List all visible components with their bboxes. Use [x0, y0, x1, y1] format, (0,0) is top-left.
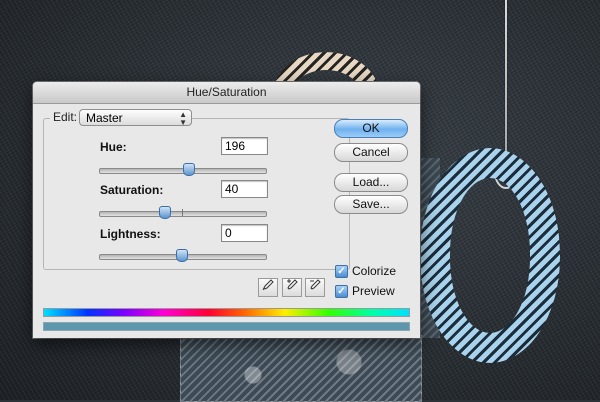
colorize-checkbox[interactable]: ✓ Colorize — [335, 264, 396, 278]
preview-label: Preview — [352, 284, 395, 298]
cancel-button[interactable]: Cancel — [334, 143, 408, 162]
eyedropper-minus-icon[interactable] — [305, 278, 325, 297]
edit-dropdown-value: Master — [86, 111, 123, 125]
saturation-slider-thumb[interactable] — [159, 206, 172, 219]
hue-saturation-dialog: Hue/Saturation Edit: Master ▲ ▼ Hue: 196 … — [33, 82, 420, 338]
edit-dropdown[interactable]: Master ▲ ▼ — [79, 109, 192, 127]
load-button[interactable]: Load... — [334, 173, 408, 192]
ok-button[interactable]: OK — [334, 119, 408, 138]
saturation-input[interactable]: 40 — [221, 180, 268, 198]
updown-arrows-icon: ▲ ▼ — [179, 110, 187, 127]
eyedropper-icon[interactable] — [258, 278, 278, 297]
eyedropper-plus-icon[interactable] — [282, 278, 302, 297]
hue-input[interactable]: 196 — [221, 137, 268, 155]
adjustment-group — [43, 118, 350, 270]
hue-slider-thumb[interactable] — [182, 163, 195, 176]
checkmark-icon: ✓ — [335, 284, 348, 298]
hue-label: Hue: — [100, 140, 127, 154]
dialog-title[interactable]: Hue/Saturation — [33, 82, 420, 104]
saturation-center-tick — [182, 209, 183, 216]
canvas-letter-o — [420, 148, 560, 363]
saturation-label: Saturation: — [100, 183, 164, 197]
colorize-result-bar — [43, 322, 410, 331]
canvas-floral-letter — [180, 335, 422, 402]
saturation-slider-track[interactable] — [99, 211, 267, 217]
checkmark-icon: ✓ — [335, 264, 348, 278]
colorize-label: Colorize — [352, 264, 397, 278]
save-button[interactable]: Save... — [334, 195, 408, 214]
lightness-slider-thumb[interactable] — [176, 249, 188, 262]
lightness-label: Lightness: — [100, 227, 161, 241]
edit-label: Edit: — [50, 110, 81, 124]
preview-checkbox[interactable]: ✓ Preview — [335, 284, 395, 298]
lightness-input[interactable]: 0 — [221, 224, 268, 242]
hue-spectrum-bar — [43, 308, 410, 317]
hanging-thread — [505, 0, 507, 175]
